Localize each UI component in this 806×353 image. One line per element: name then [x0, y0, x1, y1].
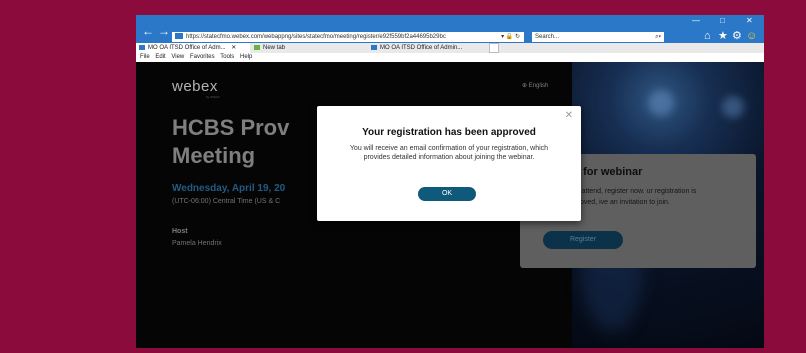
- dialog-message: You will receive an email confirmation o…: [349, 145, 549, 161]
- tab-close-icon[interactable]: ✕: [231, 45, 236, 51]
- window-close-icon[interactable]: ✕: [746, 17, 753, 25]
- tab-mo-oa-itsd-1[interactable]: MO OA ITSD Office of Adm... ✕: [136, 43, 250, 53]
- refresh-icon[interactable]: ↻: [515, 34, 520, 40]
- new-tab-favicon: [254, 44, 260, 50]
- url-text: https://statecfmo.webex.com/webappng/sit…: [186, 34, 446, 40]
- dialog-title: Your registration has been approved: [362, 127, 536, 138]
- gear-icon[interactable]: ⚙: [732, 31, 742, 42]
- tab-new-tab[interactable]: New tab: [251, 43, 361, 53]
- webex-favicon: [371, 44, 377, 50]
- close-icon[interactable]: ✕: [565, 111, 573, 121]
- menu-tools[interactable]: Tools: [220, 54, 234, 60]
- menu-view[interactable]: View: [171, 54, 184, 60]
- webex-favicon: [175, 33, 183, 40]
- back-icon[interactable]: ←: [142, 25, 154, 37]
- search-placeholder: Search...: [535, 34, 560, 40]
- tab-label: MO OA ITSD Office of Adm...: [148, 45, 226, 51]
- maximize-icon[interactable]: □: [720, 17, 725, 25]
- tab-mo-oa-itsd-2[interactable]: MO OA ITSD Office of Admin...: [368, 43, 486, 53]
- home-icon[interactable]: ⌂: [704, 31, 711, 42]
- webpage: webex by CISCO ⊕ English HCBS Prov Meeti…: [136, 62, 764, 348]
- tab-label: New tab: [263, 45, 286, 51]
- webex-favicon: [139, 44, 145, 50]
- browser-titlebar: ← → https://statecfmo.webex.com/webappng…: [136, 15, 764, 43]
- menu-help[interactable]: Help: [240, 54, 252, 60]
- feedback-smiley-icon[interactable]: ☺: [746, 31, 757, 42]
- address-bar[interactable]: https://statecfmo.webex.com/webappng/sit…: [172, 32, 524, 42]
- browser-window: ← → https://statecfmo.webex.com/webappng…: [136, 15, 764, 348]
- url-dropdown-icon[interactable]: ▾: [501, 34, 504, 40]
- tab-bar: MO OA ITSD Office of Adm... ✕ New tab MO…: [136, 43, 764, 53]
- search-input[interactable]: Search... ⌕▾: [532, 32, 664, 42]
- forward-icon[interactable]: →: [158, 25, 170, 37]
- search-icon[interactable]: ⌕▾: [655, 32, 661, 42]
- menu-edit[interactable]: Edit: [155, 54, 165, 60]
- minimize-icon[interactable]: —: [692, 17, 700, 25]
- approval-dialog: ✕ Your registration has been approved Yo…: [317, 106, 581, 221]
- menu-favorites[interactable]: Favorites: [190, 54, 215, 60]
- new-tab-button[interactable]: [489, 43, 499, 53]
- ok-button[interactable]: OK: [418, 187, 476, 201]
- address-controls: ▾ 🔒 ↻: [501, 32, 520, 42]
- favorites-star-icon[interactable]: ★: [718, 31, 728, 42]
- menu-bar: File Edit View Favorites Tools Help: [136, 53, 764, 62]
- lock-icon[interactable]: 🔒: [506, 34, 513, 40]
- menu-file[interactable]: File: [140, 54, 150, 60]
- tab-label: MO OA ITSD Office of Admin...: [380, 45, 463, 51]
